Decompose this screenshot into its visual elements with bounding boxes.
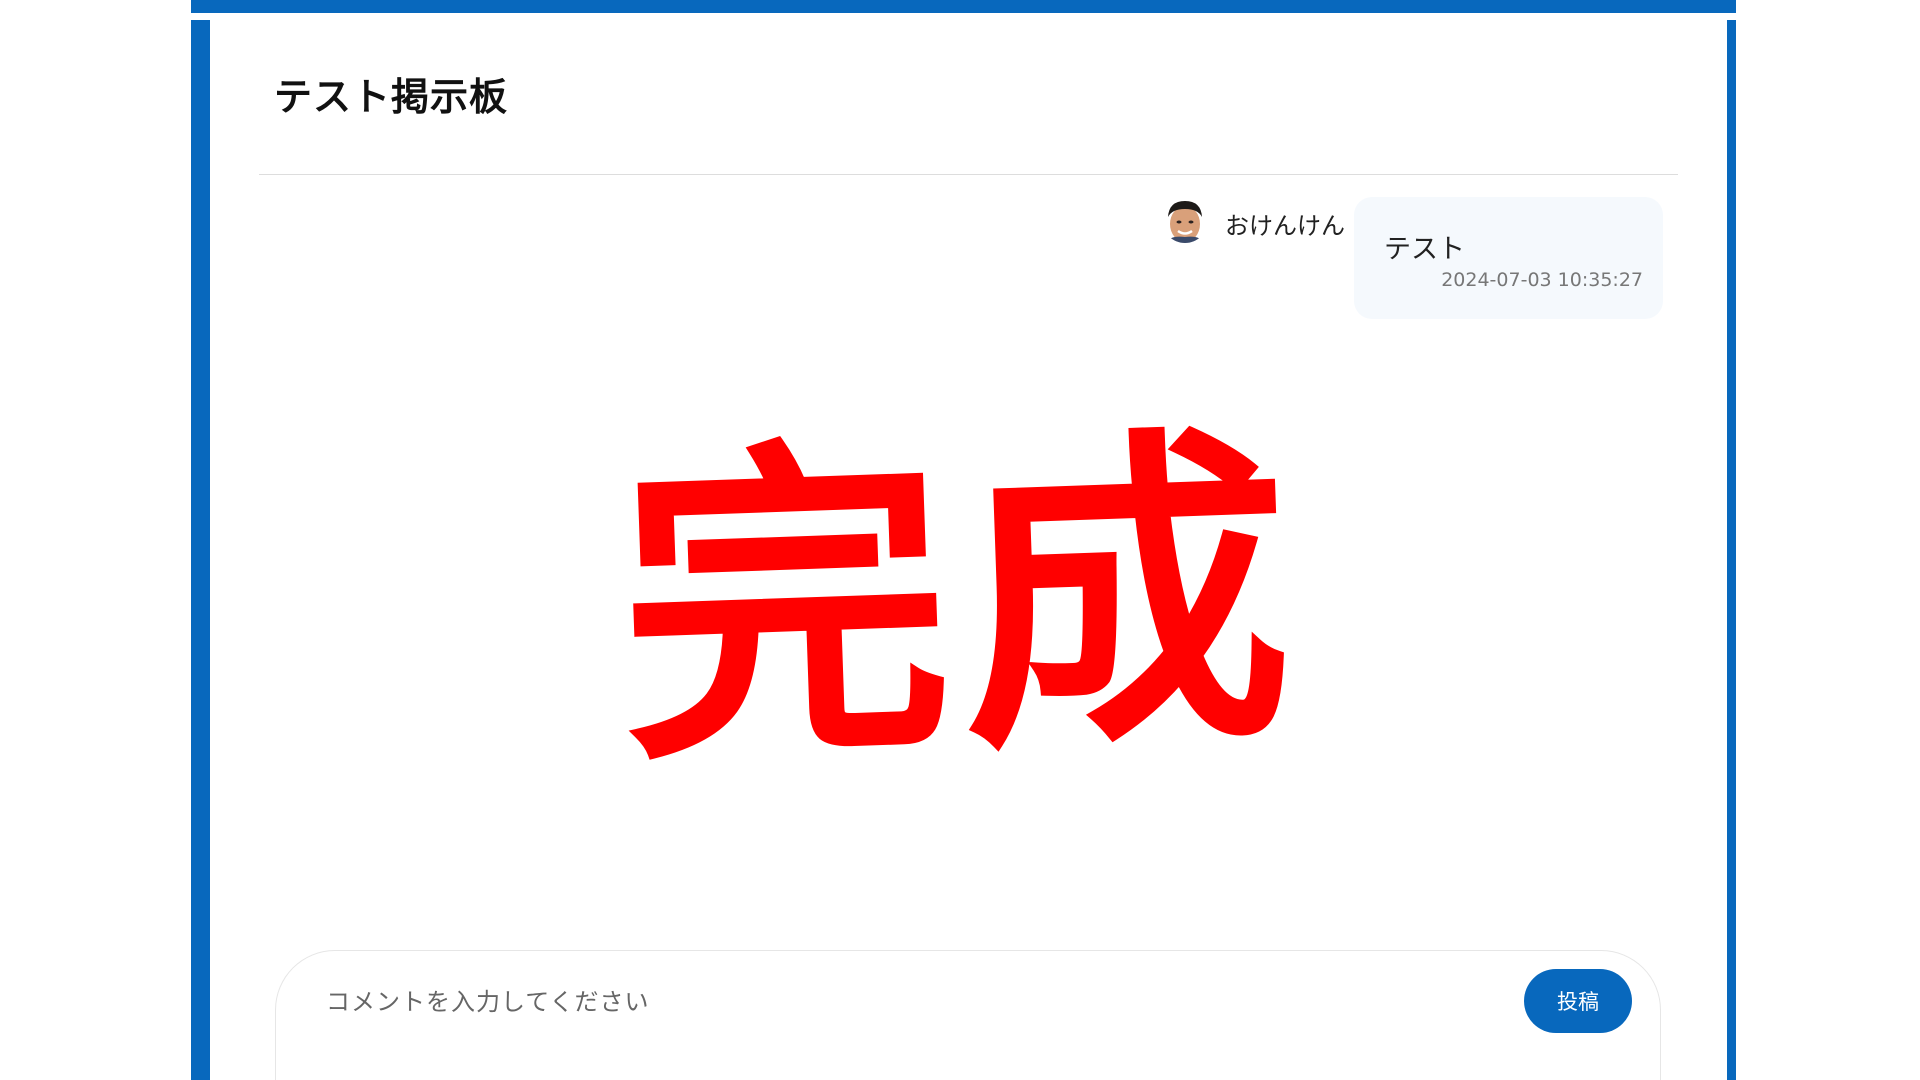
comment-input[interactable] xyxy=(324,979,1478,1025)
frame-left-border xyxy=(191,20,210,1080)
comment-composer: 投稿 xyxy=(275,950,1661,1080)
message-author: おけんけん xyxy=(1225,212,1345,240)
message-timestamp: 2024-07-03 10:35:27 xyxy=(1441,269,1643,291)
user-avatar-icon xyxy=(1162,197,1208,243)
post-button[interactable]: 投稿 xyxy=(1524,969,1632,1033)
message-text: テスト xyxy=(1384,234,1465,265)
frame-right-border xyxy=(1727,20,1736,1080)
page: テスト掲示板 おけんけん テスト 2024-07-03 10:35:27 完成 … xyxy=(0,0,1920,1080)
page-title: テスト掲示板 xyxy=(274,75,509,119)
completion-stamp: 完成 xyxy=(613,394,1307,806)
header-divider xyxy=(259,174,1678,175)
avatar xyxy=(1162,197,1208,243)
frame-top-border xyxy=(191,0,1736,13)
message-bubble: テスト 2024-07-03 10:35:27 xyxy=(1354,197,1663,319)
